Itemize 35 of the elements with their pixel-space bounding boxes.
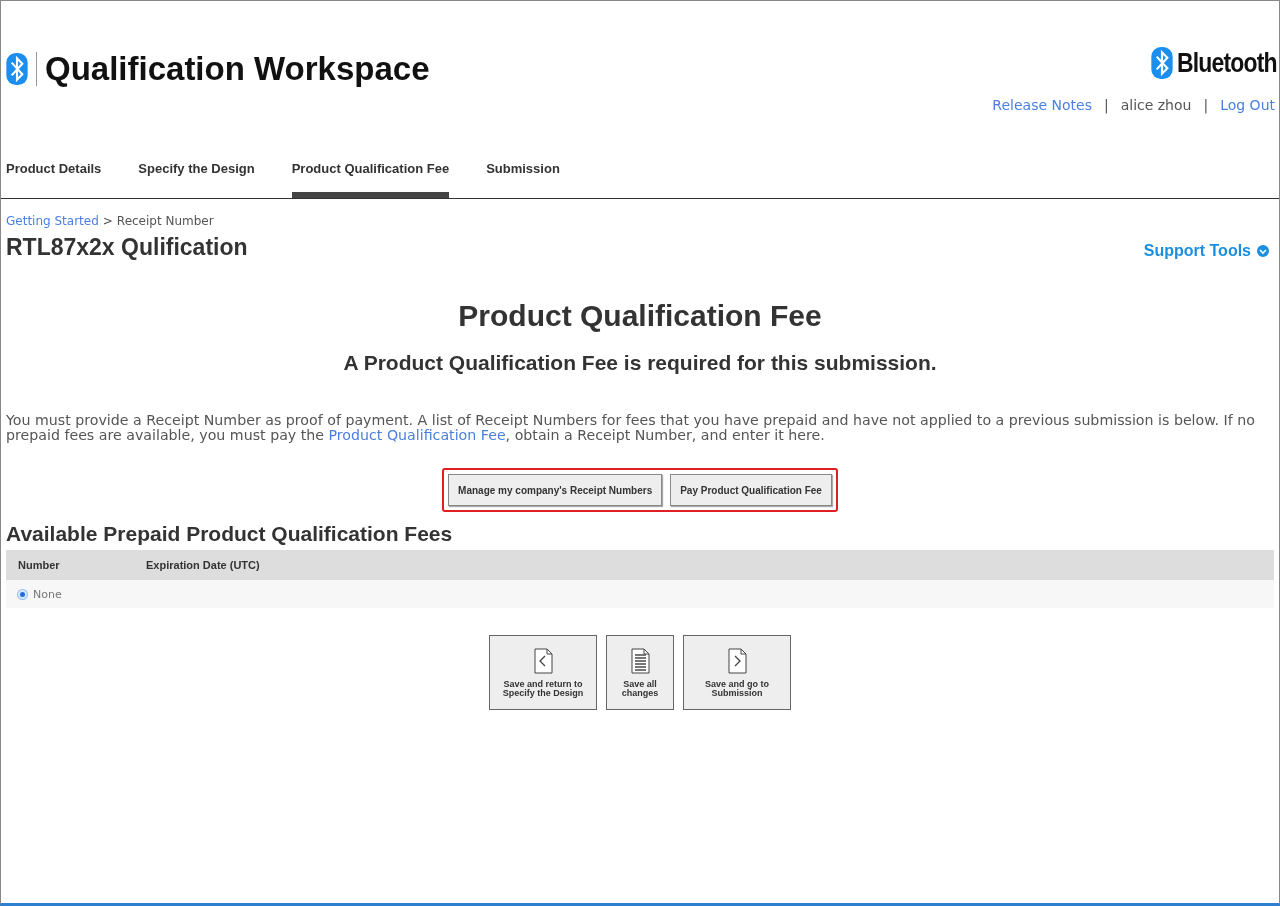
- column-header: Number: [17, 559, 61, 571]
- fee-link[interactable]: Product Qualification Fee: [328, 427, 506, 443]
- brand-wordmark: Bluetooth: [1177, 47, 1278, 79]
- section-heading: Product Qualification Fee: [457, 299, 823, 333]
- table-title: Available Prepaid Product Qualification Fees: [5, 521, 454, 546]
- chevron-down-icon: [1257, 244, 1269, 257]
- app-title: Qualification Workspace: [45, 50, 430, 88]
- tab[interactable]: Product Details: [6, 151, 102, 198]
- bluetooth-logo-icon: [6, 53, 28, 85]
- action-button[interactable]: Pay Product Qualification Fee: [670, 474, 832, 506]
- table-cell: None: [33, 587, 62, 601]
- radio-button[interactable]: [18, 589, 27, 599]
- separator: |: [1203, 97, 1209, 113]
- header-link[interactable]: Log Out: [1220, 97, 1275, 113]
- user-name: alice zhou: [1120, 97, 1192, 113]
- document-left-chevron-icon: [532, 647, 554, 674]
- nav-button[interactable]: Save and return to Specify the Design: [489, 635, 597, 710]
- action-button[interactable]: Manage my company's Receipt Numbers: [448, 474, 663, 506]
- bluetooth-brand-icon: [1151, 47, 1174, 79]
- page-title: RTL87x2x Qulification: [6, 234, 248, 261]
- tab[interactable]: Product Qualification Fee: [291, 151, 450, 198]
- document-lines-icon: [629, 647, 651, 674]
- breadcrumb-separator: >: [102, 214, 113, 228]
- section-subheading: A Product Qualification Fee is required for this submission.: [342, 351, 938, 375]
- nav-button[interactable]: Save all changes: [606, 635, 674, 710]
- separator: |: [1103, 97, 1109, 113]
- tab[interactable]: Submission: [486, 151, 560, 198]
- column-header: Expiration Date (UTC): [146, 559, 260, 571]
- document-right-chevron-icon: [726, 647, 748, 674]
- tab[interactable]: Specify the Design: [138, 151, 255, 198]
- intro-paragraph: You must provide a Receipt Number as proof of payment. A list of Receipt Numbers for fees that you have prepaid and have not applied to a previous submission is below. If no prepaid fees are available, you must pay the Product Qualification Fee, obtain a Receipt Number, and enter it here.: [5, 413, 1256, 443]
- breadcrumb-current: Receipt Number: [116, 214, 214, 228]
- header-link[interactable]: Release Notes: [992, 97, 1092, 113]
- nav-button[interactable]: Save and go to Submission: [683, 635, 791, 710]
- breadcrumb-link[interactable]: Getting Started: [6, 214, 99, 228]
